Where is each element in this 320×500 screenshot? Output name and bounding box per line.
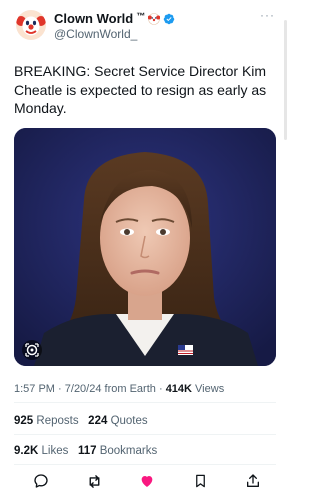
image-expand-icon[interactable] xyxy=(22,340,42,360)
share-button[interactable] xyxy=(244,472,262,490)
bookmarks-count: 117 xyxy=(77,445,97,457)
author-name[interactable]: Clown World xyxy=(54,11,133,26)
reply-icon xyxy=(34,474,48,488)
clown-emoji-icon xyxy=(148,12,161,25)
views-label: Views xyxy=(195,383,225,395)
meta-separator: · xyxy=(158,383,166,395)
tweet-meta: 1:57 PM · 7/20/24 from Earth · 414K View… xyxy=(14,383,224,395)
trademark-symbol: ™ xyxy=(136,10,146,21)
tweet-header: Clown World ™ @ClownWorld_ ··· xyxy=(14,8,279,44)
quotes-label: Quotes xyxy=(110,415,148,427)
author-handle[interactable]: @ClownWorld_ xyxy=(54,27,137,41)
divider xyxy=(14,402,276,403)
reposts-count: 925 xyxy=(14,415,34,427)
meta-separator: · xyxy=(58,383,65,395)
repost-button[interactable] xyxy=(85,472,103,490)
bookmarks-label: Bookmarks xyxy=(99,445,158,457)
scrollbar[interactable] xyxy=(284,20,287,140)
share-icon xyxy=(247,474,259,487)
like-button[interactable] xyxy=(138,472,156,490)
clown-avatar-icon xyxy=(16,10,46,40)
divider xyxy=(14,464,276,465)
tweet-date[interactable]: 7/20/24 xyxy=(65,383,102,395)
reposts-quotes-row: 925 Reposts 224 Quotes xyxy=(14,415,148,427)
likes-count: 9.2K xyxy=(14,445,39,457)
repost-icon xyxy=(89,474,99,488)
bookmarks-stat[interactable]: 117 Bookmarks xyxy=(78,445,157,457)
likes-bookmarks-row: 9.2K Likes 117 Bookmarks xyxy=(14,445,157,457)
more-options-icon[interactable]: ··· xyxy=(260,8,275,22)
reply-button[interactable] xyxy=(32,472,50,490)
likes-label: Likes xyxy=(41,445,69,457)
views-count: 414K xyxy=(165,383,192,395)
quotes-stat[interactable]: 224 Quotes xyxy=(88,415,147,427)
quotes-count: 224 xyxy=(88,415,108,427)
likes-stat[interactable]: 9.2K Likes xyxy=(14,445,72,457)
tweet-photo[interactable] xyxy=(14,128,276,366)
like-icon xyxy=(141,476,153,487)
verified-badge-icon xyxy=(163,13,175,24)
action-bar xyxy=(14,470,276,492)
reposts-label: Reposts xyxy=(36,415,79,427)
tweet-source: from Earth xyxy=(104,383,156,395)
tweet-text: BREAKING: Secret Service Director Kim Ch… xyxy=(14,63,267,116)
divider xyxy=(14,434,276,435)
author-avatar[interactable] xyxy=(16,10,46,40)
bookmark-button[interactable] xyxy=(191,472,209,490)
portrait-image xyxy=(14,128,276,366)
bookmark-icon xyxy=(195,474,205,488)
reposts-stat[interactable]: 925 Reposts xyxy=(14,415,82,427)
tweet-time[interactable]: 1:57 PM xyxy=(14,383,55,395)
